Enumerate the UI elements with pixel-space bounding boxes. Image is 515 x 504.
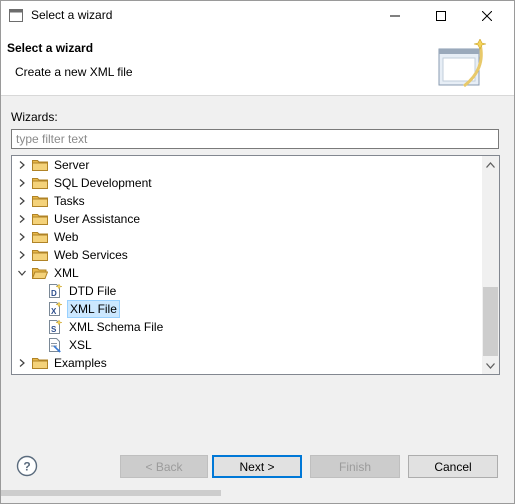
bottom-scrollbar[interactable] <box>1 490 221 496</box>
cancel-button[interactable]: Cancel <box>408 455 498 478</box>
window-app-icon <box>9 9 23 22</box>
page-title: Select a wizard <box>7 41 94 55</box>
tree-scrollbar[interactable] <box>482 156 499 374</box>
folder-icon <box>32 178 48 189</box>
close-icon <box>482 11 492 21</box>
tree-item-label: Examples <box>54 356 107 370</box>
folder-icon <box>32 358 48 369</box>
maximize-icon <box>436 11 446 21</box>
folder-icon <box>32 232 48 243</box>
minimize-icon <box>390 15 400 17</box>
tree-folder-item[interactable]: Examples <box>12 354 482 372</box>
maximize-button[interactable] <box>418 1 464 31</box>
tree-child-item[interactable]: D DTD File <box>12 282 482 300</box>
tree-item-label: XSL <box>69 338 92 352</box>
title-bar: Select a wizard <box>1 1 514 31</box>
svg-text:S: S <box>51 325 57 334</box>
tree-folder-item[interactable]: Tasks <box>12 192 482 210</box>
tree-folder-item[interactable]: Server <box>12 156 482 174</box>
tree-folder-item[interactable]: SQL Development <box>12 174 482 192</box>
help-icon[interactable]: ? <box>16 455 38 477</box>
tree-child-item[interactable]: X XML File <box>12 300 482 318</box>
tree-child-item[interactable]: S XML Schema File <box>12 318 482 336</box>
next-button[interactable]: Next > <box>212 455 302 478</box>
folder-icon <box>32 196 48 207</box>
svg-text:X: X <box>51 307 57 316</box>
close-button[interactable] <box>464 1 510 31</box>
tree-item-label: Web Services <box>54 248 128 262</box>
chevron-right-icon[interactable] <box>18 233 26 241</box>
chevron-down-icon[interactable] <box>18 269 26 277</box>
tree-item-label: XML <box>54 266 79 280</box>
chevron-right-icon[interactable] <box>18 359 26 367</box>
xsl-file-icon <box>49 338 61 353</box>
svg-text:D: D <box>51 289 57 298</box>
page-description: Create a new XML file <box>15 65 133 79</box>
tree-folder-item[interactable]: Web <box>12 228 482 246</box>
chevron-right-icon[interactable] <box>18 197 26 205</box>
scroll-up-button[interactable] <box>482 156 499 173</box>
tree-item-label: User Assistance <box>54 212 141 226</box>
dtd-file-icon: D <box>49 283 62 298</box>
folder-open-icon <box>32 268 48 279</box>
filter-input[interactable] <box>11 129 499 149</box>
tree-item-label: SQL Development <box>54 176 152 190</box>
tree-folder-item[interactable]: User Assistance <box>12 210 482 228</box>
wizard-banner-icon <box>438 39 487 88</box>
tree-item-label: XML Schema File <box>69 320 164 334</box>
tree-item-label: Server <box>54 158 90 172</box>
svg-text:?: ? <box>23 460 30 474</box>
tree-item-label: Tasks <box>54 194 85 208</box>
folder-icon <box>32 160 48 171</box>
chevron-right-icon[interactable] <box>18 215 26 223</box>
tree-item-label: DTD File <box>69 284 117 298</box>
tree-folder-item[interactable]: XML <box>12 264 482 282</box>
finish-button[interactable]: Finish <box>310 455 400 478</box>
wizard-tree[interactable]: Server SQL Development Tasks User Assistanc… <box>11 155 500 375</box>
chevron-right-icon[interactable] <box>18 161 26 169</box>
folder-icon <box>32 214 48 225</box>
minimize-button[interactable] <box>372 1 418 31</box>
chevron-right-icon[interactable] <box>18 251 26 259</box>
xml-file-icon: X <box>49 301 62 316</box>
chevron-down-icon <box>486 362 495 369</box>
xml-schema-file-icon: S <box>49 319 62 334</box>
tree-folder-item[interactable]: Web Services <box>12 246 482 264</box>
chevron-up-icon <box>486 161 495 168</box>
tree-item-label: Web <box>54 230 79 244</box>
folder-icon <box>32 250 48 261</box>
chevron-right-icon[interactable] <box>18 179 26 187</box>
back-button[interactable]: < Back <box>120 455 208 478</box>
wizard-banner: Select a wizard Create a new XML file <box>1 31 514 96</box>
scroll-down-button[interactable] <box>482 357 499 374</box>
scroll-thumb[interactable] <box>483 287 498 356</box>
tree-item-label: XML File <box>67 300 120 318</box>
window-title: Select a wizard <box>31 8 113 22</box>
wizards-label: Wizards: <box>11 110 58 124</box>
wizard-dialog: Select a wizard Select a wizard Create a… <box>0 0 515 504</box>
tree-child-item[interactable]: XSL <box>12 336 482 354</box>
